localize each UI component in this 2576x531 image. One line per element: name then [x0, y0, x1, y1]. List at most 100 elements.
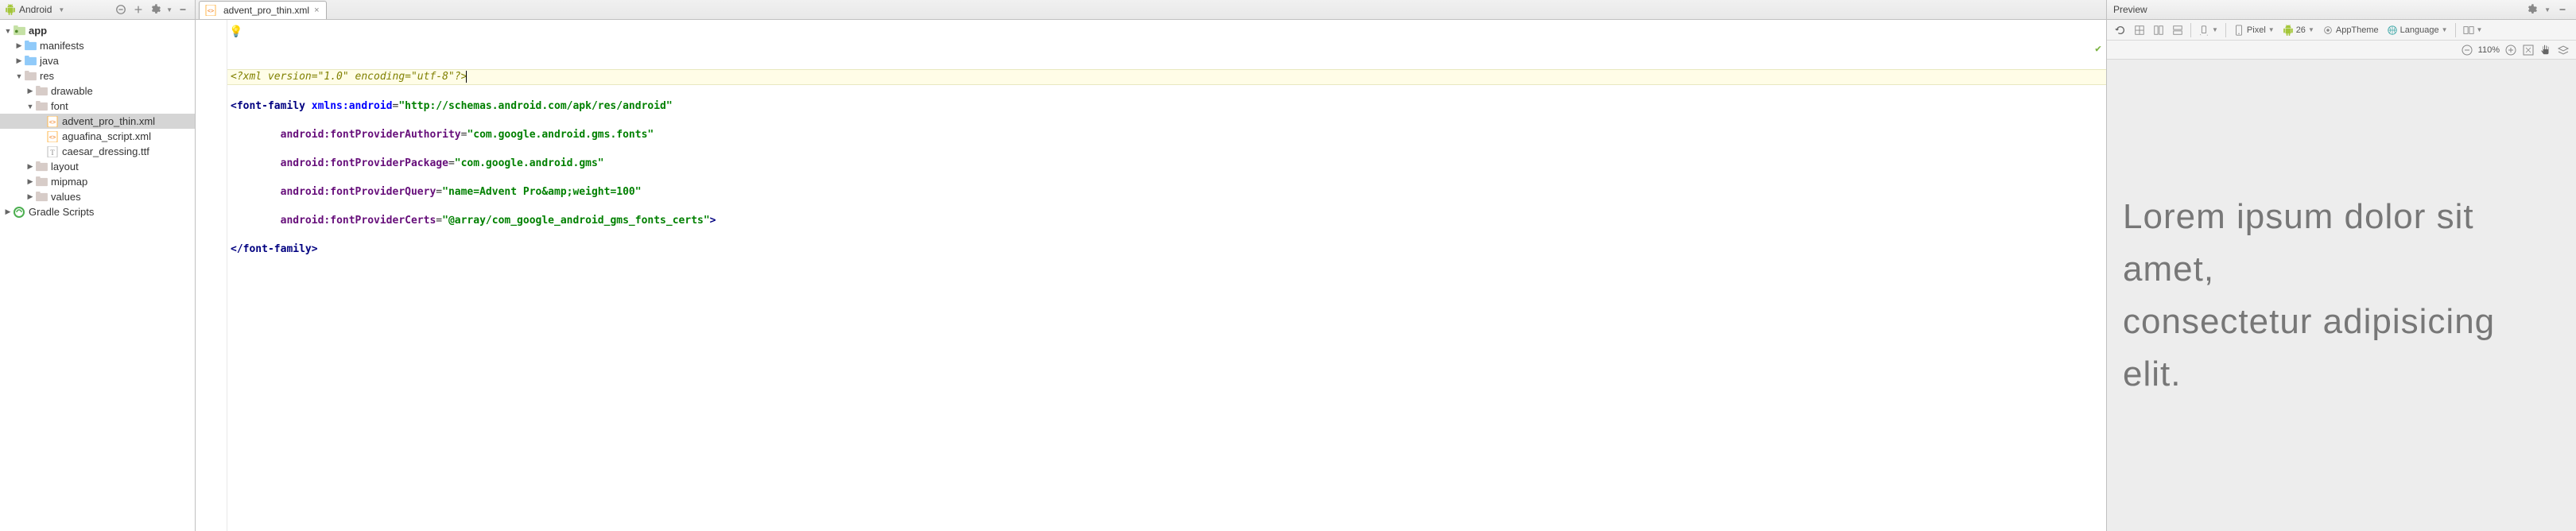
tree-label: res: [40, 70, 54, 82]
settings-icon[interactable]: [2525, 2, 2539, 17]
expand-arrow-icon[interactable]: ▼: [3, 27, 13, 35]
hide-icon[interactable]: [176, 2, 190, 17]
code-token: android:fontProviderAuthority: [281, 129, 461, 141]
tree-label: layout: [51, 161, 79, 172]
chevron-down-icon[interactable]: ▼: [58, 6, 64, 14]
tree-node-file-aguafina[interactable]: <> aguafina_script.xml: [0, 129, 195, 144]
xml-file-icon: <>: [46, 115, 59, 128]
preview-line: Lorem ipsum dolor sit amet,: [2123, 191, 2560, 296]
folder-icon: [24, 70, 37, 83]
expand-arrow-icon[interactable]: ▶: [3, 207, 13, 216]
code-token: xmlns:android: [312, 100, 393, 112]
preview-title: Preview: [2113, 4, 2147, 15]
tree-node-app[interactable]: ▼ app: [0, 23, 195, 38]
chevron-down-icon[interactable]: ▼: [166, 6, 173, 14]
hide-icon[interactable]: [2555, 2, 2570, 17]
expand-arrow-icon[interactable]: ▶: [14, 56, 24, 65]
chevron-down-icon[interactable]: ▼: [2544, 6, 2551, 14]
tree-node-font[interactable]: ▼ font: [0, 99, 195, 114]
folder-icon: [35, 161, 48, 173]
expand-arrow-icon[interactable]: ▶: [25, 87, 35, 95]
viewport-rows-icon[interactable]: [2169, 23, 2186, 37]
api-picker[interactable]: 26▼: [2279, 23, 2318, 37]
api-label: 26: [2296, 25, 2306, 35]
preview-panel: Preview ▼ ▼ Pixel▼ 26▼ AppTheme Language…: [2107, 0, 2576, 531]
svg-text:T: T: [50, 149, 55, 157]
viewport-grid-icon[interactable]: [2131, 23, 2148, 37]
code-area[interactable]: ✔ <?xml version="1.0" encoding="utf-8"?>…: [227, 20, 2106, 531]
divider: [2225, 23, 2226, 37]
settings-icon[interactable]: [149, 2, 163, 17]
inspection-ok-icon: ✔: [2095, 42, 2101, 56]
tree-node-drawable[interactable]: ▶ drawable: [0, 83, 195, 99]
font-file-icon: T: [46, 145, 59, 158]
tree-label: advent_pro_thin.xml: [62, 115, 155, 127]
expand-arrow-icon[interactable]: ▶: [25, 192, 35, 201]
tree-node-layout[interactable]: ▶ layout: [0, 159, 195, 174]
tree-node-java[interactable]: ▶ java: [0, 53, 195, 68]
project-panel-header: Android ▼ ▼: [0, 0, 195, 20]
layers-button[interactable]: [2557, 44, 2570, 56]
zoom-in-button[interactable]: [2504, 44, 2517, 56]
gradle-icon: [13, 206, 25, 219]
project-tree[interactable]: ▼ app ▶ manifests ▶ java ▼ res ▶ drawabl…: [0, 20, 195, 531]
code-token: "http://schemas.android.com/apk/res/andr…: [398, 100, 672, 112]
preview-canvas: Lorem ipsum dolor sit amet, consectetur …: [2107, 60, 2576, 531]
tree-node-values[interactable]: ▶ values: [0, 189, 195, 204]
orientation-button[interactable]: ▼: [2195, 23, 2221, 37]
code-token: android:fontProviderCerts: [281, 215, 436, 227]
expand-arrow-icon[interactable]: ▶: [25, 177, 35, 186]
zoom-level: 110%: [2478, 45, 2500, 55]
tree-node-manifests[interactable]: ▶ manifests: [0, 38, 195, 53]
tree-label: app: [29, 25, 47, 37]
tree-node-res[interactable]: ▼ res: [0, 68, 195, 83]
module-icon: [13, 25, 25, 37]
device-picker[interactable]: Pixel▼: [2230, 23, 2278, 37]
refresh-button[interactable]: [2112, 23, 2129, 37]
tree-label: drawable: [51, 85, 93, 97]
code-token: "com.google.android.gms": [455, 157, 604, 169]
tree-node-mipmap[interactable]: ▶ mipmap: [0, 174, 195, 189]
code-token: <font-family: [231, 100, 312, 112]
expand-arrow-icon[interactable]: ▶: [25, 162, 35, 171]
project-panel: Android ▼ ▼ ▼ app ▶ manifests ▶ java: [0, 0, 196, 531]
tree-node-gradle[interactable]: ▶ Gradle Scripts: [0, 204, 195, 219]
code-token: android:fontProviderQuery: [281, 186, 436, 198]
tree-label: mipmap: [51, 176, 87, 188]
tree-node-file-caesar[interactable]: T caesar_dressing.ttf: [0, 144, 195, 159]
editor-tab[interactable]: <> advent_pro_thin.xml ×: [199, 1, 327, 19]
editor-panel: <> advent_pro_thin.xml × 💡 ✔ <?xml versi…: [196, 0, 2107, 531]
divide-icon[interactable]: [131, 2, 145, 17]
expand-arrow-icon[interactable]: ▼: [25, 103, 35, 110]
close-icon[interactable]: ×: [312, 6, 320, 15]
code-token: android:fontProviderPackage: [281, 157, 448, 169]
language-picker[interactable]: Language▼: [2384, 23, 2451, 37]
svg-text:<>: <>: [49, 135, 56, 141]
fit-to-screen-button[interactable]: [2522, 44, 2535, 56]
tree-node-file-advent[interactable]: <> advent_pro_thin.xml: [0, 114, 195, 129]
editor-tab-bar: <> advent_pro_thin.xml ×: [196, 0, 2106, 20]
expand-arrow-icon[interactable]: ▼: [14, 72, 24, 80]
theme-picker[interactable]: AppTheme: [2319, 23, 2382, 37]
zoom-out-button[interactable]: [2461, 44, 2473, 56]
collapse-icon[interactable]: [114, 2, 128, 17]
language-label: Language: [2400, 25, 2439, 35]
project-view-label[interactable]: Android: [19, 4, 52, 15]
tree-label: manifests: [40, 40, 84, 52]
code-token: "@array/com_google_android_gms_fonts_cer…: [442, 215, 710, 227]
tree-label: aguafina_script.xml: [62, 130, 151, 142]
editor-gutter[interactable]: [196, 20, 227, 531]
pan-button[interactable]: [2539, 44, 2552, 56]
text-caret: [466, 71, 467, 83]
tree-label: caesar_dressing.ttf: [62, 145, 149, 157]
layout-variants-icon[interactable]: ▼: [2460, 23, 2486, 37]
code-token: >: [710, 215, 716, 227]
preview-sample-text: Lorem ipsum dolor sit amet, consectetur …: [2123, 191, 2560, 401]
xml-file-icon: <>: [46, 130, 59, 143]
expand-arrow-icon[interactable]: ▶: [14, 41, 24, 50]
folder-icon: [35, 176, 48, 188]
viewport-columns-icon[interactable]: [2150, 23, 2167, 37]
folder-icon: [35, 100, 48, 113]
code-editor[interactable]: 💡 ✔ <?xml version="1.0" encoding="utf-8"…: [196, 20, 2106, 531]
preview-toolbar: ▼ Pixel▼ 26▼ AppTheme Language▼ ▼: [2107, 20, 2576, 41]
